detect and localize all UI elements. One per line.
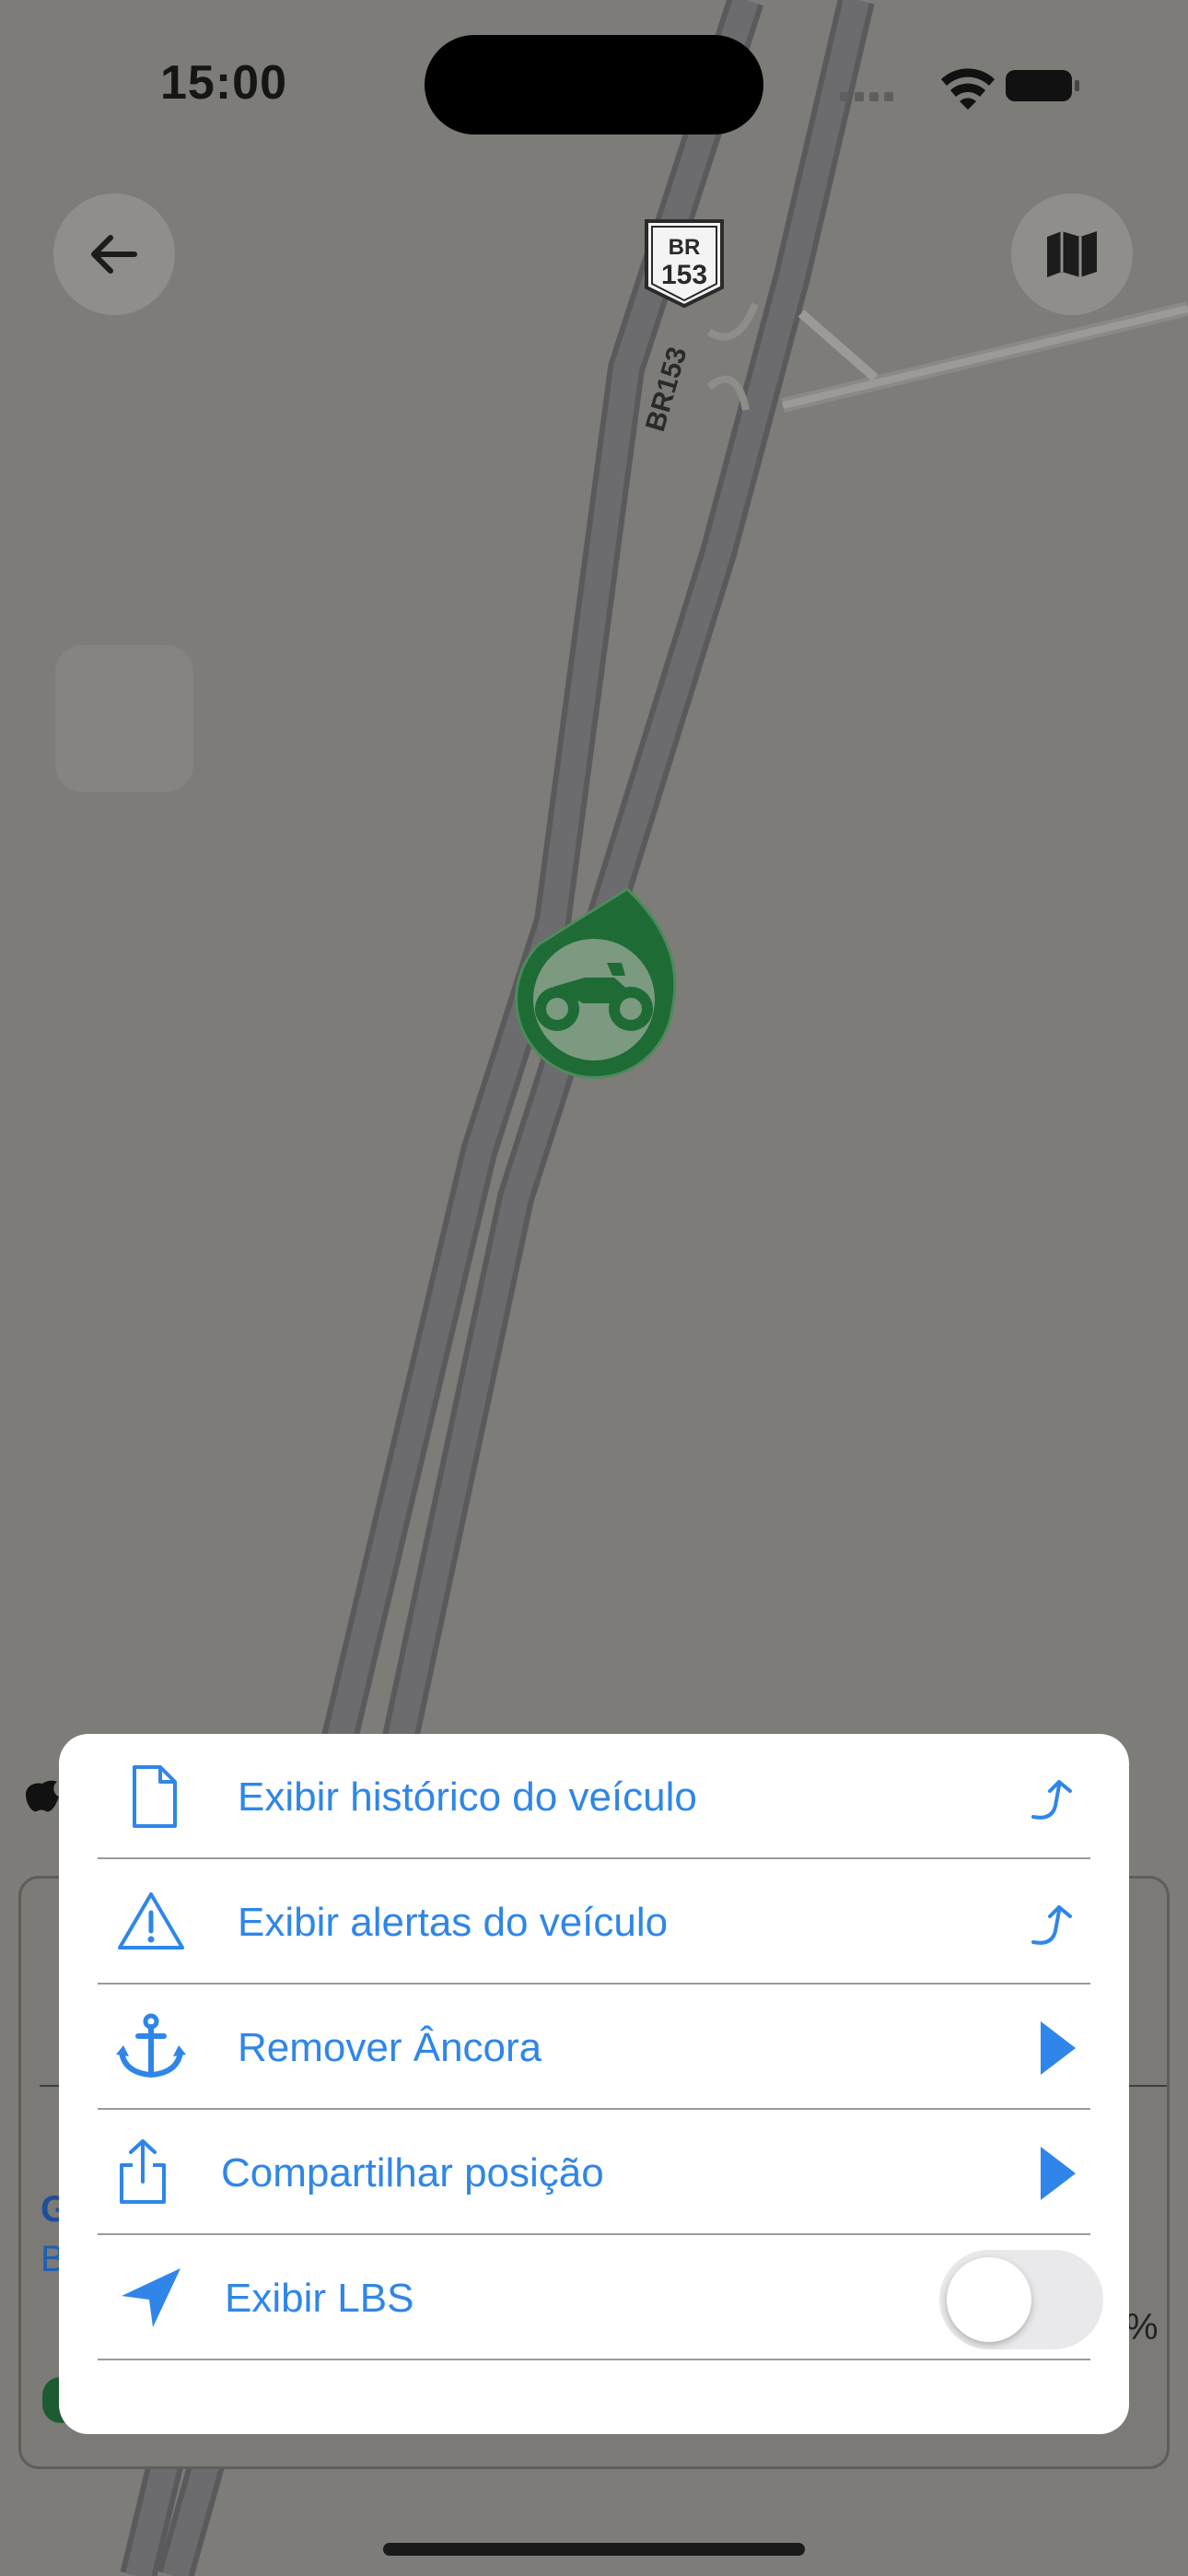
- map-mode-button[interactable]: [1011, 193, 1133, 315]
- menu-item-label: Exibir LBS: [225, 2276, 414, 2321]
- location-arrow-icon: [122, 2268, 181, 2327]
- anchor-icon: [116, 2013, 186, 2078]
- menu-item-share-position[interactable]: Compartilhar posição: [98, 2110, 1090, 2235]
- menu-item-label: Exibir histórico do veículo: [238, 1774, 697, 1820]
- menu-item-remove-anchor[interactable]: Remover Âncora: [98, 1985, 1090, 2110]
- menu-item-label: Exibir alertas do veículo: [238, 1900, 669, 1945]
- apple-maps-logo-icon: [26, 1780, 59, 1812]
- menu-item-vehicle-history[interactable]: Exibir histórico do veículo: [98, 1734, 1090, 1859]
- status-time: 15:00: [160, 56, 287, 110]
- play-icon: [1041, 2147, 1076, 2200]
- menu-item-vehicle-alerts[interactable]: Exibir alertas do veículo: [98, 1859, 1090, 1985]
- dynamic-island: [425, 35, 763, 135]
- toggle-knob: [947, 2257, 1031, 2342]
- arrow-left-icon: [91, 235, 137, 274]
- map-icon: [1047, 231, 1097, 277]
- warning-icon: [118, 1892, 184, 1950]
- cellular-signal-icon: [840, 92, 893, 101]
- back-button[interactable]: [53, 193, 175, 315]
- shield-top-text: BR: [669, 235, 701, 260]
- wifi-icon: [941, 68, 995, 110]
- shield-number-text: 153: [661, 260, 707, 290]
- share-icon: [120, 2139, 166, 2204]
- menu-item-label: Remover Âncora: [238, 2025, 542, 2070]
- home-indicator: [383, 2543, 805, 2556]
- document-icon: [133, 1765, 177, 1828]
- lbs-toggle-switch[interactable]: [939, 2250, 1103, 2349]
- external-arrow-icon: [1031, 1905, 1072, 1945]
- card-peek-percent: %: [1125, 2307, 1159, 2348]
- play-icon: [1041, 2021, 1076, 2075]
- menu-item-show-lbs: Exibir LBS: [98, 2235, 1103, 2360]
- action-sheet: Exibir histórico do veículo Exibir alert…: [59, 1734, 1129, 2434]
- battery-icon: [1006, 70, 1079, 101]
- menu-item-label: Compartilhar posição: [221, 2150, 604, 2195]
- highway-shield: BR 153: [645, 219, 724, 309]
- status-icons: [840, 68, 1079, 110]
- external-arrow-icon: [1031, 1780, 1072, 1820]
